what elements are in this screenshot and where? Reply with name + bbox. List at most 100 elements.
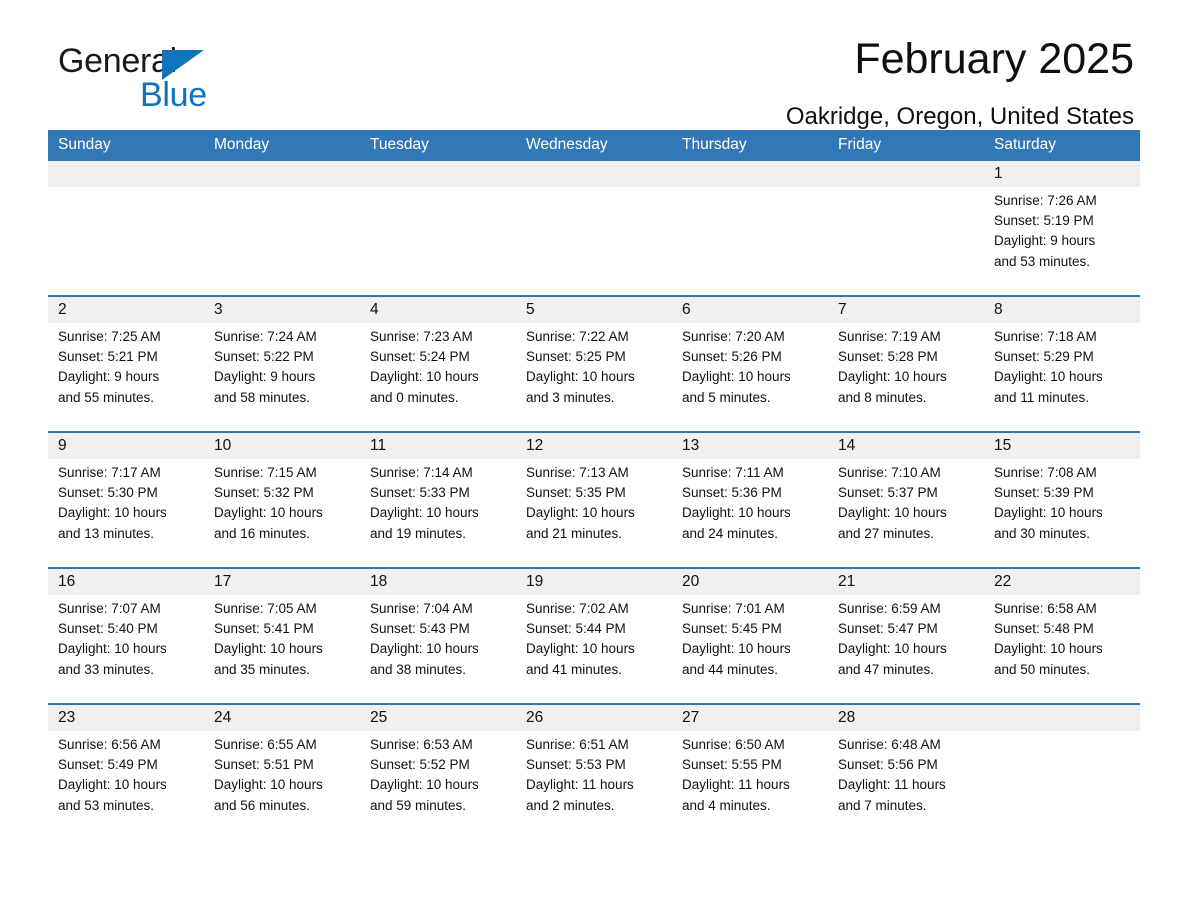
logo-text-blue: Blue [140,76,207,114]
day-number [58,161,196,187]
calendar-day-cell[interactable]: 20 Sunrise: 7:01 AM Sunset: 5:45 PM Dayli… [672,569,828,703]
calendar-day-cell[interactable]: 28 Sunrise: 6:48 AM Sunset: 5:56 PM Dayli… [828,705,984,839]
calendar-day-cell[interactable]: 22 Sunrise: 6:58 AM Sunset: 5:48 PM Dayli… [984,569,1140,703]
day-sun-info: Sunrise: 6:53 AM Sunset: 5:52 PM Dayligh… [370,737,479,813]
calendar-day-cell[interactable]: 10 Sunrise: 7:15 AM Sunset: 5:32 PM Dayli… [204,433,360,567]
weekday-friday: Friday [838,136,882,153]
calendar-week-row: 9 Sunrise: 7:17 AM Sunset: 5:30 PM Daylig… [48,431,1140,567]
day-number: 19 [526,573,544,590]
calendar-day-cell[interactable]: 1 Sunrise: 7:26 AM Sunset: 5:19 PM Daylig… [984,161,1140,295]
calendar-day-cell[interactable]: 3 Sunrise: 7:24 AM Sunset: 5:22 PM Daylig… [204,297,360,431]
day-number: 26 [526,709,544,726]
calendar-day-cell[interactable]: 13 Sunrise: 7:11 AM Sunset: 5:36 PM Dayli… [672,433,828,567]
day-sun-info: Sunrise: 7:19 AM Sunset: 5:28 PM Dayligh… [838,329,947,405]
generalblue-logo[interactable]: General Blue [58,44,318,120]
day-number [214,161,352,187]
calendar-day-cell[interactable]: 24 Sunrise: 6:55 AM Sunset: 5:51 PM Dayli… [204,705,360,839]
calendar-day-cell[interactable] [828,161,984,295]
calendar-day-cell[interactable]: 14 Sunrise: 7:10 AM Sunset: 5:37 PM Dayli… [828,433,984,567]
day-number [994,705,1132,731]
calendar-day-cell[interactable]: 19 Sunrise: 7:02 AM Sunset: 5:44 PM Dayli… [516,569,672,703]
calendar-page: General Blue February 2025 Oakridge, Ore… [0,0,1188,918]
calendar-day-cell[interactable]: 5 Sunrise: 7:22 AM Sunset: 5:25 PM Daylig… [516,297,672,431]
weekday-thursday: Thursday [682,136,747,153]
day-number: 22 [994,573,1012,590]
day-sun-info: Sunrise: 7:24 AM Sunset: 5:22 PM Dayligh… [214,329,317,405]
day-sun-info: Sunrise: 7:02 AM Sunset: 5:44 PM Dayligh… [526,601,635,677]
calendar-day-cell[interactable]: 9 Sunrise: 7:17 AM Sunset: 5:30 PM Daylig… [48,433,204,567]
day-number: 24 [214,709,232,726]
calendar-day-cell[interactable]: 18 Sunrise: 7:04 AM Sunset: 5:43 PM Dayli… [360,569,516,703]
day-number: 25 [370,709,388,726]
calendar-week-row: 2 Sunrise: 7:25 AM Sunset: 5:21 PM Daylig… [48,295,1140,431]
day-number: 15 [994,437,1012,454]
calendar-day-cell[interactable]: 11 Sunrise: 7:14 AM Sunset: 5:33 PM Dayli… [360,433,516,567]
weekday-monday: Monday [214,136,270,153]
day-number [682,161,820,187]
calendar-week-days: 23 Sunrise: 6:56 AM Sunset: 5:49 PM Dayli… [48,705,1140,839]
calendar-day-cell[interactable]: 25 Sunrise: 6:53 AM Sunset: 5:52 PM Dayli… [360,705,516,839]
calendar-day-cell[interactable]: 26 Sunrise: 6:51 AM Sunset: 5:53 PM Dayli… [516,705,672,839]
day-sun-info: Sunrise: 7:01 AM Sunset: 5:45 PM Dayligh… [682,601,791,677]
day-sun-info: Sunrise: 7:20 AM Sunset: 5:26 PM Dayligh… [682,329,791,405]
weekday-sunday: Sunday [58,136,111,153]
day-sun-info: Sunrise: 7:04 AM Sunset: 5:43 PM Dayligh… [370,601,479,677]
calendar-day-cell[interactable]: 17 Sunrise: 7:05 AM Sunset: 5:41 PM Dayli… [204,569,360,703]
page-header: General Blue February 2025 Oakridge, Ore… [48,0,1140,129]
day-number: 21 [838,573,856,590]
calendar-week-row: 16 Sunrise: 7:07 AM Sunset: 5:40 PM Dayli… [48,567,1140,703]
calendar-day-cell[interactable]: 2 Sunrise: 7:25 AM Sunset: 5:21 PM Daylig… [48,297,204,431]
weekday-wednesday: Wednesday [526,136,608,153]
calendar-day-cell[interactable]: 16 Sunrise: 7:07 AM Sunset: 5:40 PM Dayli… [48,569,204,703]
day-sun-info: Sunrise: 6:59 AM Sunset: 5:47 PM Dayligh… [838,601,947,677]
calendar-day-cell[interactable]: 23 Sunrise: 6:56 AM Sunset: 5:49 PM Dayli… [48,705,204,839]
day-sun-info: Sunrise: 7:17 AM Sunset: 5:30 PM Dayligh… [58,465,167,541]
day-number: 6 [682,301,691,318]
day-sun-info: Sunrise: 7:23 AM Sunset: 5:24 PM Dayligh… [370,329,479,405]
day-sun-info: Sunrise: 7:18 AM Sunset: 5:29 PM Dayligh… [994,329,1103,405]
calendar-day-cell[interactable]: 7 Sunrise: 7:19 AM Sunset: 5:28 PM Daylig… [828,297,984,431]
day-number: 12 [526,437,544,454]
day-number: 14 [838,437,856,454]
calendar-week-days: 2 Sunrise: 7:25 AM Sunset: 5:21 PM Daylig… [48,297,1140,431]
calendar-day-cell[interactable] [48,161,204,295]
calendar-day-cell[interactable]: 21 Sunrise: 6:59 AM Sunset: 5:47 PM Dayli… [828,569,984,703]
day-sun-info: Sunrise: 6:56 AM Sunset: 5:49 PM Dayligh… [58,737,167,813]
day-sun-info: Sunrise: 7:25 AM Sunset: 5:21 PM Dayligh… [58,329,161,405]
day-sun-info: Sunrise: 7:26 AM Sunset: 5:19 PM Dayligh… [994,193,1097,269]
day-number: 11 [370,437,387,454]
calendar-week-days: 16 Sunrise: 7:07 AM Sunset: 5:40 PM Dayli… [48,569,1140,703]
day-number: 16 [58,573,76,590]
calendar-day-cell[interactable] [204,161,360,295]
day-number: 9 [58,437,67,454]
calendar-week-row: 23 Sunrise: 6:56 AM Sunset: 5:49 PM Dayli… [48,703,1140,839]
calendar-day-cell[interactable] [672,161,828,295]
calendar-day-cell[interactable]: 6 Sunrise: 7:20 AM Sunset: 5:26 PM Daylig… [672,297,828,431]
calendar-day-cell[interactable]: 4 Sunrise: 7:23 AM Sunset: 5:24 PM Daylig… [360,297,516,431]
calendar-day-cell[interactable]: 12 Sunrise: 7:13 AM Sunset: 5:35 PM Dayli… [516,433,672,567]
calendar-week-row: 1 Sunrise: 7:26 AM Sunset: 5:19 PM Daylig… [48,161,1140,295]
calendar-week-days: 9 Sunrise: 7:17 AM Sunset: 5:30 PM Daylig… [48,433,1140,567]
day-sun-info: Sunrise: 6:55 AM Sunset: 5:51 PM Dayligh… [214,737,323,813]
calendar-day-cell[interactable]: 8 Sunrise: 7:18 AM Sunset: 5:29 PM Daylig… [984,297,1140,431]
day-number: 2 [58,301,67,318]
day-sun-info: Sunrise: 7:14 AM Sunset: 5:33 PM Dayligh… [370,465,479,541]
calendar-day-cell[interactable]: 15 Sunrise: 7:08 AM Sunset: 5:39 PM Dayli… [984,433,1140,567]
calendar-day-cell[interactable] [516,161,672,295]
calendar-day-cell[interactable]: 27 Sunrise: 6:50 AM Sunset: 5:55 PM Dayli… [672,705,828,839]
day-sun-info: Sunrise: 6:51 AM Sunset: 5:53 PM Dayligh… [526,737,634,813]
weekday-header-row: Sunday Monday Tuesday Wednesday Thursday… [48,130,1140,161]
day-sun-info: Sunrise: 7:07 AM Sunset: 5:40 PM Dayligh… [58,601,167,677]
day-sun-info: Sunrise: 6:50 AM Sunset: 5:55 PM Dayligh… [682,737,790,813]
calendar-day-cell[interactable] [360,161,516,295]
day-sun-info: Sunrise: 7:22 AM Sunset: 5:25 PM Dayligh… [526,329,635,405]
calendar-table: Sunday Monday Tuesday Wednesday Thursday… [48,130,1140,839]
day-sun-info: Sunrise: 7:10 AM Sunset: 5:37 PM Dayligh… [838,465,947,541]
calendar-day-cell[interactable] [984,705,1140,839]
day-number: 23 [58,709,76,726]
day-sun-info: Sunrise: 7:13 AM Sunset: 5:35 PM Dayligh… [526,465,635,541]
day-number: 10 [214,437,232,454]
day-sun-info: Sunrise: 7:11 AM Sunset: 5:36 PM Dayligh… [682,465,791,541]
day-sun-info: Sunrise: 7:05 AM Sunset: 5:41 PM Dayligh… [214,601,323,677]
day-number: 13 [682,437,700,454]
